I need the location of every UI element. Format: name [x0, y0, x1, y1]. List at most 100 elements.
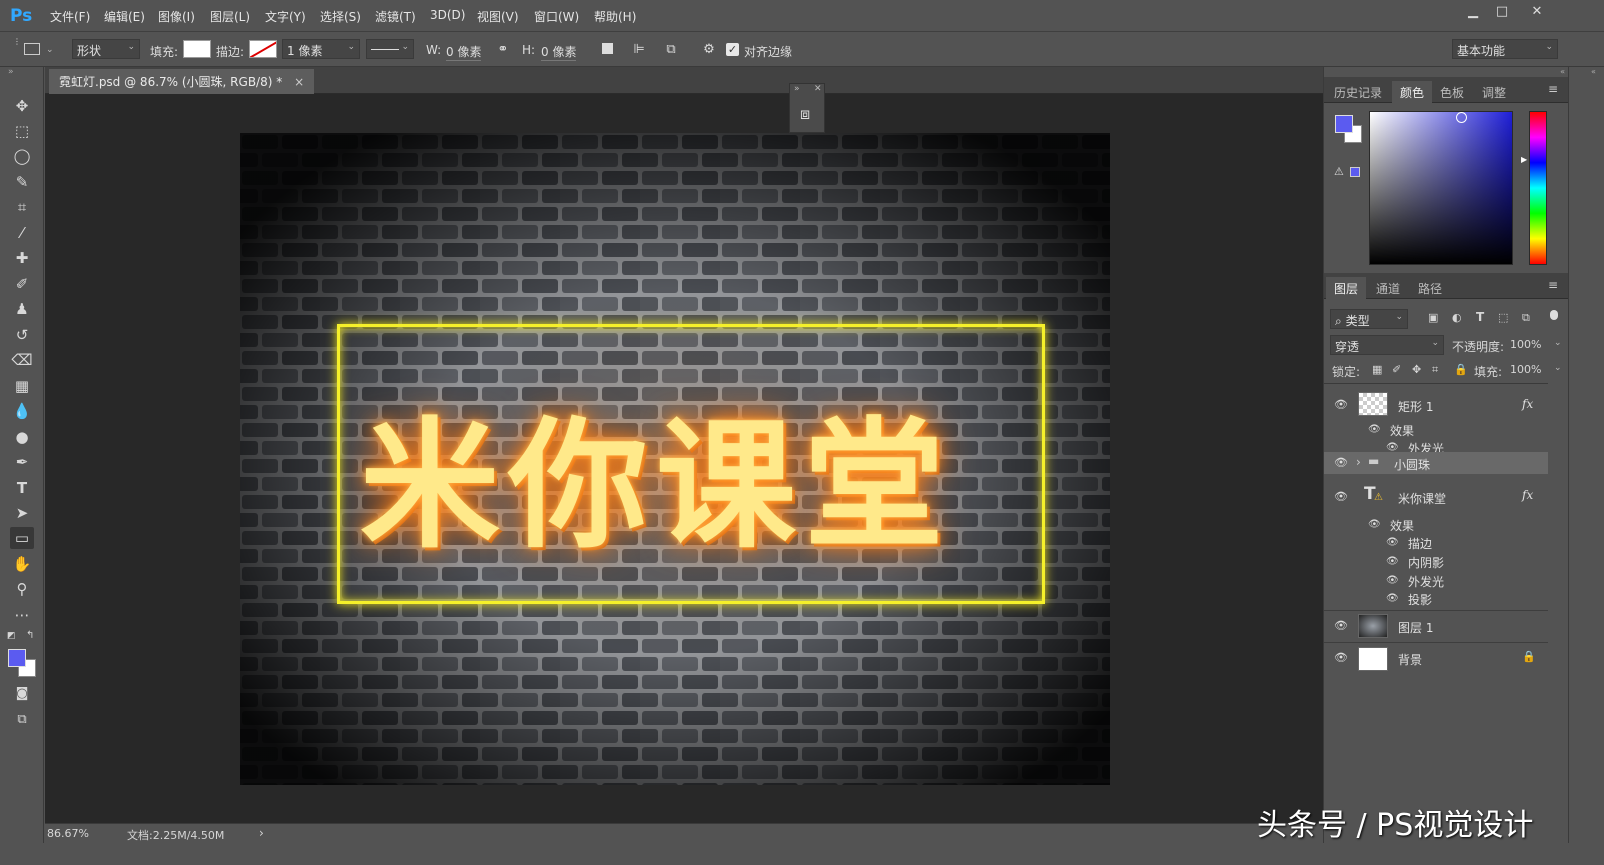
- stamp-tool-icon[interactable]: ♟: [10, 298, 34, 320]
- lock-artboard-icon[interactable]: ⌗: [1432, 363, 1438, 377]
- gradient-tool-icon[interactable]: ▦: [10, 375, 34, 397]
- path-operations-icon[interactable]: [602, 43, 613, 54]
- zoom-level[interactable]: 86.67%: [47, 827, 89, 840]
- lock-brush-icon[interactable]: ✐: [1392, 363, 1401, 376]
- rectangle-tool-preset-icon[interactable]: [24, 43, 40, 55]
- height-field[interactable]: 0 像素: [541, 43, 577, 61]
- layer-group-small-beads[interactable]: 👁 › ▬ 小圆珠: [1324, 452, 1548, 474]
- screen-mode-icon[interactable]: ⧉: [10, 709, 34, 731]
- healing-brush-icon[interactable]: ✚: [10, 247, 34, 269]
- default-colors-icon[interactable]: ◩: [7, 631, 16, 641]
- tab-color[interactable]: 颜色: [1392, 81, 1433, 103]
- path-select-tool-icon[interactable]: ➤: [10, 502, 34, 524]
- close-icon[interactable]: ✕: [814, 84, 822, 94]
- menu-layer[interactable]: 图层(L): [210, 8, 250, 25]
- visibility-eye-icon[interactable]: 👁: [1334, 490, 1348, 503]
- color-picker-field[interactable]: [1369, 111, 1513, 265]
- zoom-tool-icon[interactable]: ⚲: [10, 578, 34, 600]
- menu-view[interactable]: 视图(V): [477, 8, 519, 25]
- layer-name[interactable]: 小圆珠: [1394, 456, 1430, 473]
- layer-name[interactable]: 背景: [1398, 651, 1422, 668]
- tab-paths[interactable]: 路径: [1410, 277, 1450, 299]
- visibility-eye-icon[interactable]: 👁: [1386, 537, 1399, 548]
- align-edges-checkbox[interactable]: ✓: [726, 43, 739, 56]
- status-menu-arrow[interactable]: ›: [259, 826, 264, 840]
- tab-channels[interactable]: 通道: [1368, 277, 1408, 299]
- layer-name[interactable]: 图层 1: [1398, 619, 1433, 636]
- brush-tool-icon[interactable]: ✐: [10, 273, 34, 295]
- layer-1[interactable]: 👁 图层 1: [1324, 610, 1548, 640]
- layer-name[interactable]: 矩形 1: [1398, 398, 1433, 415]
- tab-adjustments[interactable]: 调整: [1474, 81, 1514, 103]
- move-tool-icon[interactable]: ✥: [10, 95, 34, 117]
- group-expand-chevron[interactable]: ›: [1356, 455, 1361, 469]
- document-tab[interactable]: 霓虹灯.psd @ 86.7% (小圆珠, RGB/8) * ×: [49, 69, 315, 94]
- menu-3d[interactable]: 3D(D): [430, 8, 465, 22]
- visibility-eye-icon[interactable]: 👁: [1334, 398, 1348, 411]
- stroke-width-field[interactable]: 1 像素 ⌄: [282, 39, 360, 59]
- filter-shape-icon[interactable]: ⬚: [1498, 311, 1508, 324]
- eyedropper-tool-icon[interactable]: ⁄: [10, 222, 34, 244]
- tab-close-icon[interactable]: ×: [294, 75, 304, 89]
- menu-window[interactable]: 窗口(W): [534, 8, 579, 25]
- effect-drop-shadow[interactable]: 投影: [1408, 591, 1432, 608]
- filter-toggle-icon[interactable]: [1550, 310, 1558, 320]
- color-picker-handle[interactable]: [1456, 112, 1467, 123]
- width-field[interactable]: 0 像素: [446, 43, 482, 61]
- canvas[interactable]: 米你课堂: [240, 133, 1110, 785]
- visibility-eye-icon[interactable]: 👁: [1386, 556, 1399, 567]
- cube-icon[interactable]: ⧈: [800, 104, 810, 124]
- stroke-style-dropdown[interactable]: ⌄: [366, 39, 414, 59]
- fill-swatch[interactable]: [183, 40, 211, 58]
- effect-inner-shadow[interactable]: 内阴影: [1408, 554, 1444, 571]
- more-tools-icon[interactable]: ⋯: [10, 604, 34, 626]
- effect-stroke[interactable]: 描边: [1408, 535, 1432, 552]
- lock-transparent-icon[interactable]: ▦: [1372, 363, 1382, 376]
- filter-adjustment-icon[interactable]: ◐: [1452, 311, 1462, 324]
- menu-edit[interactable]: 编辑(E): [104, 8, 145, 25]
- stroke-swatch[interactable]: [249, 40, 277, 58]
- menu-file[interactable]: 文件(F): [50, 8, 90, 25]
- maximize-button[interactable]: □: [1491, 4, 1513, 22]
- filter-pixel-icon[interactable]: ▣: [1428, 311, 1438, 324]
- fill-field[interactable]: 100%: [1510, 363, 1541, 376]
- shape-mode-dropdown[interactable]: 形状 ⌄: [72, 39, 140, 59]
- visibility-eye-icon[interactable]: 👁: [1334, 456, 1348, 469]
- expand-icon[interactable]: «: [1591, 67, 1596, 76]
- panel-menu-icon[interactable]: ≡: [1548, 278, 1558, 292]
- effect-outer-glow[interactable]: 外发光: [1408, 573, 1444, 590]
- layer-background[interactable]: 👁 背景 🔒: [1324, 642, 1548, 674]
- chevron-down-icon[interactable]: ⌄: [1554, 363, 1562, 373]
- swap-colors-icon[interactable]: ↰: [26, 630, 34, 641]
- gear-icon[interactable]: ⚙: [700, 41, 718, 59]
- chevron-down-icon[interactable]: ⌄: [1554, 338, 1562, 348]
- gamut-swatch[interactable]: [1350, 167, 1360, 177]
- blur-tool-icon[interactable]: 💧: [10, 400, 34, 422]
- blend-mode-dropdown[interactable]: 穿透 ⌄: [1330, 335, 1444, 355]
- opacity-field[interactable]: 100%: [1510, 338, 1541, 351]
- fx-icon[interactable]: fx: [1522, 488, 1533, 502]
- expand-icon[interactable]: »: [794, 84, 800, 94]
- eraser-tool-icon[interactable]: ⌫: [10, 349, 34, 371]
- menu-image[interactable]: 图像(I): [158, 8, 195, 25]
- lock-all-icon[interactable]: 🔒: [1454, 363, 1468, 376]
- menu-filter[interactable]: 滤镜(T): [375, 8, 416, 25]
- visibility-eye-icon[interactable]: 👁: [1368, 519, 1381, 530]
- history-brush-icon[interactable]: ↺: [10, 324, 34, 346]
- tab-history[interactable]: 历史记录: [1326, 81, 1390, 103]
- hue-slider[interactable]: [1529, 111, 1547, 265]
- dodge-tool-icon[interactable]: ●: [10, 426, 34, 448]
- collapse-icon[interactable]: »: [8, 67, 14, 77]
- visibility-eye-icon[interactable]: 👁: [1386, 575, 1399, 586]
- layer-text-mini-class[interactable]: 👁 T ⚠ 米你课堂 fx 👁 效果 👁 描边 👁 内阴影 👁 外发光 👁 投影: [1324, 476, 1548, 608]
- panel-collapse-icon[interactable]: «: [1324, 67, 1569, 76]
- fx-icon[interactable]: fx: [1522, 397, 1533, 411]
- layer-filter-dropdown[interactable]: ⌕ 类型 ⌄: [1330, 309, 1408, 329]
- hand-tool-icon[interactable]: ✋: [10, 553, 34, 575]
- visibility-eye-icon[interactable]: 👁: [1386, 593, 1399, 604]
- pen-tool-icon[interactable]: ✒: [10, 451, 34, 473]
- color-fg-swatch[interactable]: [1335, 115, 1353, 133]
- marquee-tool-icon[interactable]: ⬚: [10, 120, 34, 142]
- path-arrangement-icon[interactable]: ⧉: [662, 41, 680, 59]
- rectangle-tool-icon[interactable]: ▭: [10, 527, 34, 549]
